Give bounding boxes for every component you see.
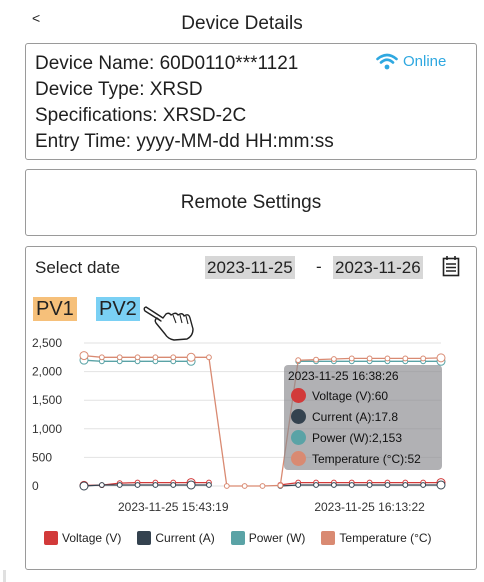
- data-point: [79, 481, 89, 491]
- data-point: [348, 355, 355, 362]
- voltage-swatch-icon: [44, 531, 58, 545]
- chart-legend: Voltage (V) Current (A) Power (W) Temper…: [44, 531, 474, 545]
- data-point: [134, 482, 141, 488]
- page-title: Device Details: [181, 13, 303, 34]
- remote-settings-button[interactable]: Remote Settings: [25, 169, 477, 236]
- y-tick-label: 2,000: [32, 365, 62, 379]
- tooltip-title: 2023-11-25 16:38:26: [288, 369, 399, 383]
- y-tick-label: 0: [32, 479, 39, 493]
- chart-card: Select date 2023-11-25 - 2023-11-26 PV1 …: [25, 246, 477, 570]
- temperature-swatch-icon: [321, 531, 336, 545]
- legend-item-power[interactable]: Power (W): [230, 531, 306, 545]
- data-point: [116, 354, 123, 361]
- data-point: [295, 357, 302, 364]
- data-point: [170, 482, 177, 488]
- data-point: [420, 482, 427, 488]
- scrollbar[interactable]: [3, 570, 6, 582]
- data-point: [186, 480, 196, 490]
- x-tick-label: 2023-11-25 16:13:22: [314, 500, 425, 514]
- data-point: [98, 354, 105, 361]
- power-dot-icon: [291, 430, 306, 445]
- y-tick-label: 2,500: [32, 336, 62, 350]
- x-tick-label: 2023-11-25 15:43:19: [118, 500, 229, 514]
- data-point: [384, 355, 391, 362]
- data-point: [170, 354, 177, 361]
- tooltip-power-text: Power (W):2,153: [312, 430, 403, 445]
- online-status: Online: [376, 53, 446, 70]
- data-point: [384, 482, 391, 488]
- legend-item-current[interactable]: Current (A): [137, 531, 215, 545]
- data-point: [331, 356, 337, 362]
- data-point: [116, 482, 123, 488]
- chart-tooltip: 2023-11-25 16:38:26 Voltage (V):60 Curre…: [284, 365, 442, 470]
- data-point: [313, 356, 319, 363]
- online-status-label: Online: [403, 53, 447, 70]
- device-specifications: Specifications: XRSD-2C: [35, 105, 247, 126]
- tooltip-row-current: Current (A):17.8: [291, 409, 398, 424]
- tooltip-current-text: Current (A):17.8: [312, 409, 399, 424]
- legend-item-voltage[interactable]: Voltage (V): [44, 531, 121, 545]
- tooltip-row-voltage: Voltage (V):60: [291, 388, 388, 403]
- data-point: [259, 483, 266, 489]
- data-point: [206, 482, 212, 488]
- data-point: [420, 355, 427, 362]
- tooltip-temperature-text: Temperature (°C):52: [312, 451, 421, 466]
- legend-label: Current (A): [155, 531, 215, 545]
- remote-settings-label: Remote Settings: [180, 191, 322, 213]
- data-point: [436, 480, 446, 490]
- data-point: [241, 483, 248, 489]
- data-point: [98, 482, 105, 488]
- device-type: Device Type: XRSD: [35, 79, 203, 100]
- data-point: [206, 354, 212, 361]
- data-point: [331, 482, 337, 488]
- power-swatch-icon: [230, 531, 245, 545]
- legend-item-temperature[interactable]: Temperature (°C): [321, 531, 432, 545]
- data-point: [295, 482, 302, 488]
- y-tick-label: 1,500: [32, 393, 62, 407]
- data-point: [366, 355, 373, 362]
- device-info-card: Device Name: 60D0110***1121 Device Type:…: [25, 43, 477, 160]
- data-point: [366, 482, 373, 488]
- data-point: [152, 354, 159, 361]
- data-point: [134, 354, 141, 361]
- legend-label: Voltage (V): [62, 531, 122, 545]
- tooltip-row-temperature: Temperature (°C):52: [291, 451, 421, 466]
- tooltip-row-power: Power (W):2,153: [291, 430, 402, 445]
- data-point: [436, 353, 446, 363]
- header-bar: < Device Details: [0, 0, 484, 44]
- wifi-icon: [376, 53, 398, 70]
- current-swatch-icon: [137, 531, 152, 545]
- data-point: [313, 482, 319, 488]
- voltage-dot-icon: [291, 388, 306, 403]
- temperature-dot-icon: [291, 451, 306, 466]
- device-entry-time: Entry Time: yyyy-MM-dd HH:mm:ss: [35, 131, 334, 152]
- y-tick-label: 500: [32, 450, 52, 464]
- data-point: [277, 482, 284, 489]
- data-point: [402, 355, 409, 362]
- data-point: [152, 482, 159, 488]
- data-point: [223, 483, 230, 489]
- device-name: Device Name: 60D0110***1121: [35, 53, 299, 74]
- y-tick-label: 1,000: [32, 422, 62, 436]
- data-point: [186, 352, 196, 362]
- legend-label: Temperature (°C): [339, 531, 432, 545]
- data-point: [348, 482, 355, 488]
- data-point: [402, 482, 409, 488]
- data-point: [79, 351, 89, 361]
- legend-label: Power (W): [248, 531, 306, 545]
- current-dot-icon: [291, 409, 306, 424]
- tooltip-voltage-text: Voltage (V):60: [312, 388, 389, 403]
